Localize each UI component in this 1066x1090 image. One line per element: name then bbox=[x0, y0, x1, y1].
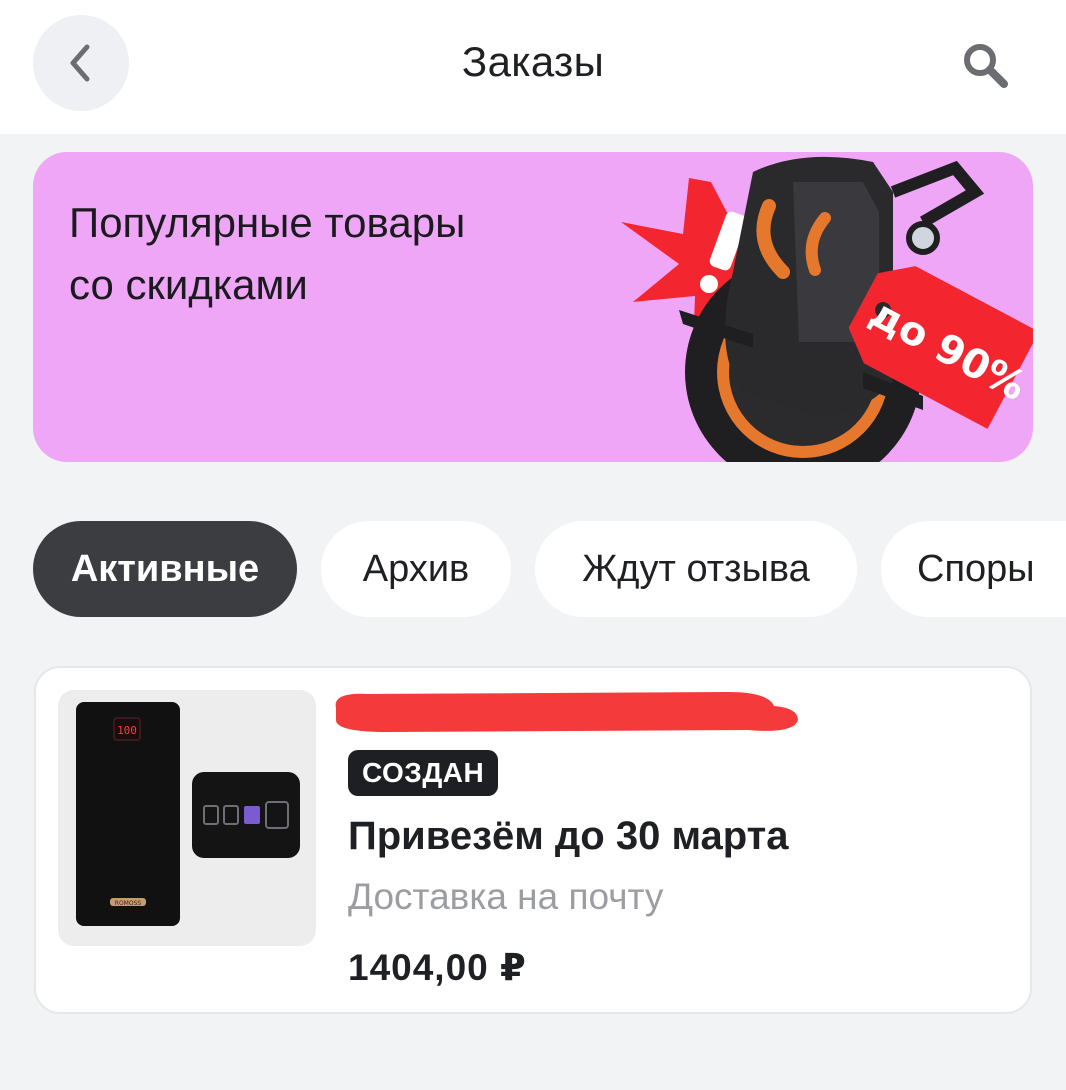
promo-banner[interactable]: Популярные товары со скидками до 90% bbox=[33, 152, 1033, 462]
top-bar: Заказы bbox=[0, 0, 1066, 134]
powerbank-brand: ROMOSS bbox=[115, 900, 142, 907]
tab-active[interactable]: Активные bbox=[33, 521, 297, 617]
tab-disputes[interactable]: Споры bbox=[881, 521, 1066, 617]
tab-archive[interactable]: Архив bbox=[321, 521, 511, 617]
powerbank-display: 100 bbox=[117, 724, 137, 737]
delivery-date: Привезём до 30 марта bbox=[348, 814, 789, 858]
order-card[interactable]: 100 ROMOSS СОЗДАН Привезём до 30 марта Д… bbox=[34, 666, 1032, 1014]
page-title: Заказы bbox=[461, 38, 605, 85]
search-icon bbox=[964, 44, 1008, 88]
status-badge: СОЗДАН bbox=[348, 750, 499, 796]
order-price: 1404,00 ₽ bbox=[348, 947, 527, 988]
search-button[interactable] bbox=[950, 30, 1022, 102]
monowheel-sale-illustration: до 90% bbox=[621, 156, 1033, 462]
redaction-mark bbox=[335, 692, 798, 732]
product-image: 100 ROMOSS bbox=[58, 690, 316, 946]
tab-awaiting-review[interactable]: Ждут отзыва bbox=[535, 521, 857, 617]
banner-title: Популярные товары со скидками bbox=[69, 199, 466, 308]
order-filter-tabs: Активные Архив Ждут отзыва Споры bbox=[33, 521, 1066, 617]
delivery-method: Доставка на почту bbox=[348, 876, 664, 917]
